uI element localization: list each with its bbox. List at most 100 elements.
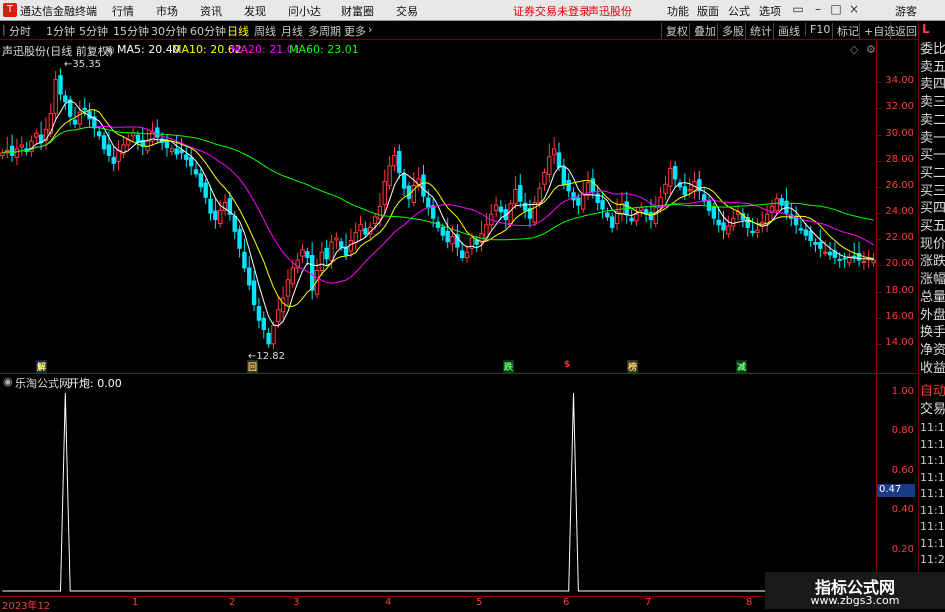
candle-body [590,178,596,193]
price-tick-label: 14.00 [885,336,914,348]
menu-ask[interactable]: 问小达 [288,3,321,19]
event-label[interactable]: 减 [736,360,748,373]
indicator-chart[interactable] [0,388,876,595]
tab-more[interactable]: 更多 [344,23,366,39]
candle-body [324,247,329,260]
tab-weekly[interactable]: 周线 [254,23,276,39]
tab-30min[interactable]: 30分钟 [151,23,187,39]
collapse-icon[interactable]: ◇ [850,43,858,56]
login-notice[interactable]: 证券交易未登录 [513,3,590,19]
candle-body [803,229,809,236]
panel-toggle-icon[interactable]: L [922,22,930,36]
minimize-icon[interactable]: – [810,2,826,17]
date-label: 2 [229,597,236,608]
event-label[interactable]: 解 [36,360,48,373]
price-tick-label: 22.00 [885,232,914,244]
candle-body [251,280,257,306]
candle-body [522,202,528,211]
watermark-url: www.zbgs3.com [810,594,900,607]
event-label[interactable]: 回 [247,360,259,373]
candle-body [382,181,387,205]
menu-formula[interactable]: 公式 [728,3,750,19]
current-stock: 声迅股份 [588,5,632,18]
candle-body [232,215,237,232]
candle-body [9,145,15,156]
trade-label[interactable]: 交易 [920,400,945,420]
candle-body [290,267,296,285]
toolbar-handle-icon: | [2,23,6,36]
candle-body [0,152,5,156]
tab-15min[interactable]: 15分钟 [113,23,149,39]
price-tick-mark [877,160,881,162]
menu-wealth[interactable]: 财富圈 [341,3,374,19]
candle-body [237,228,242,249]
ma-settings-icon[interactable]: ◉ [105,43,115,56]
overlay-button[interactable]: 叠加 [689,23,716,39]
back-button[interactable]: 返回 [890,23,917,39]
candle-body [639,207,644,211]
ma5-label: MA5: 20.40 [117,43,180,56]
tab-monthly[interactable]: 月线 [281,23,303,39]
menu-quotes[interactable]: 行情 [112,3,134,19]
more-chevron-icon[interactable]: › [368,23,372,36]
tab-multi-period[interactable]: 多周期 [308,23,341,39]
candle-body [363,228,368,235]
candle-body [580,194,586,210]
event-label[interactable]: 跌 [503,360,515,373]
candle-body [813,241,818,245]
candlestick-chart[interactable] [0,56,876,370]
menu-options[interactable]: 选项 [759,3,781,19]
candle-body [266,332,271,345]
candle-body [358,224,363,232]
menu-market[interactable]: 市场 [156,3,178,19]
menu-function[interactable]: 功能 [667,3,689,19]
indicator-settings-icon[interactable]: ◉ [3,375,13,388]
candle-body [634,213,639,222]
candle-body [334,237,339,241]
shrink-icon[interactable]: ▭ [790,2,806,17]
candle-body [421,174,426,197]
candle-body [208,198,213,214]
candle-body [445,230,450,243]
candle-body [135,134,141,143]
event-label[interactable]: $ [563,360,571,370]
menu-trade[interactable]: 交易 [396,3,418,19]
tab-intraday[interactable]: 分时 [9,23,31,39]
indicator-tick-label: 0.20 [891,543,914,555]
maximize-icon[interactable]: □ [828,2,844,17]
event-label[interactable]: 榜 [627,360,639,373]
close-icon[interactable]: × [846,2,862,17]
menu-layout[interactable]: 版面 [697,3,719,19]
trade-time: 11:18 [920,470,945,484]
candle-body [774,198,779,211]
draw-line-button[interactable]: 画线 [773,23,800,39]
tab-daily[interactable]: 日线 [227,23,249,39]
tab-1min[interactable]: 1分钟 [46,23,75,39]
guest-label[interactable]: 游客 [895,3,917,19]
candle-body [101,135,107,150]
auto-trade-label[interactable]: 自动 [920,382,945,402]
f10-button[interactable]: F10 [805,23,830,36]
candle-body [97,131,102,137]
current-value-marker: 0.47 [877,484,915,497]
price-tick-mark [877,343,881,345]
chart-settings-icon[interactable]: ⚙ [866,43,876,56]
candle-body [319,251,325,272]
stats-button[interactable]: 统计 [745,23,772,39]
candle-body [842,257,847,260]
price-tick-mark [877,82,881,84]
candle-body [34,132,39,138]
candle-body [726,225,731,235]
adjust-button[interactable]: 复权 [661,23,688,39]
tab-60min[interactable]: 60分钟 [190,23,226,39]
menu-discover[interactable]: 发现 [244,3,266,19]
tab-5min[interactable]: 5分钟 [79,23,108,39]
price-tick-label: 24.00 [885,206,914,217]
candle-body [556,152,562,168]
menu-news[interactable]: 资讯 [200,3,222,19]
mark-button[interactable]: 标记 [832,23,859,39]
candle-body [687,188,692,192]
candle-body [721,222,726,231]
multi-stock-button[interactable]: 多股 [717,23,744,39]
candle-body [460,250,465,258]
